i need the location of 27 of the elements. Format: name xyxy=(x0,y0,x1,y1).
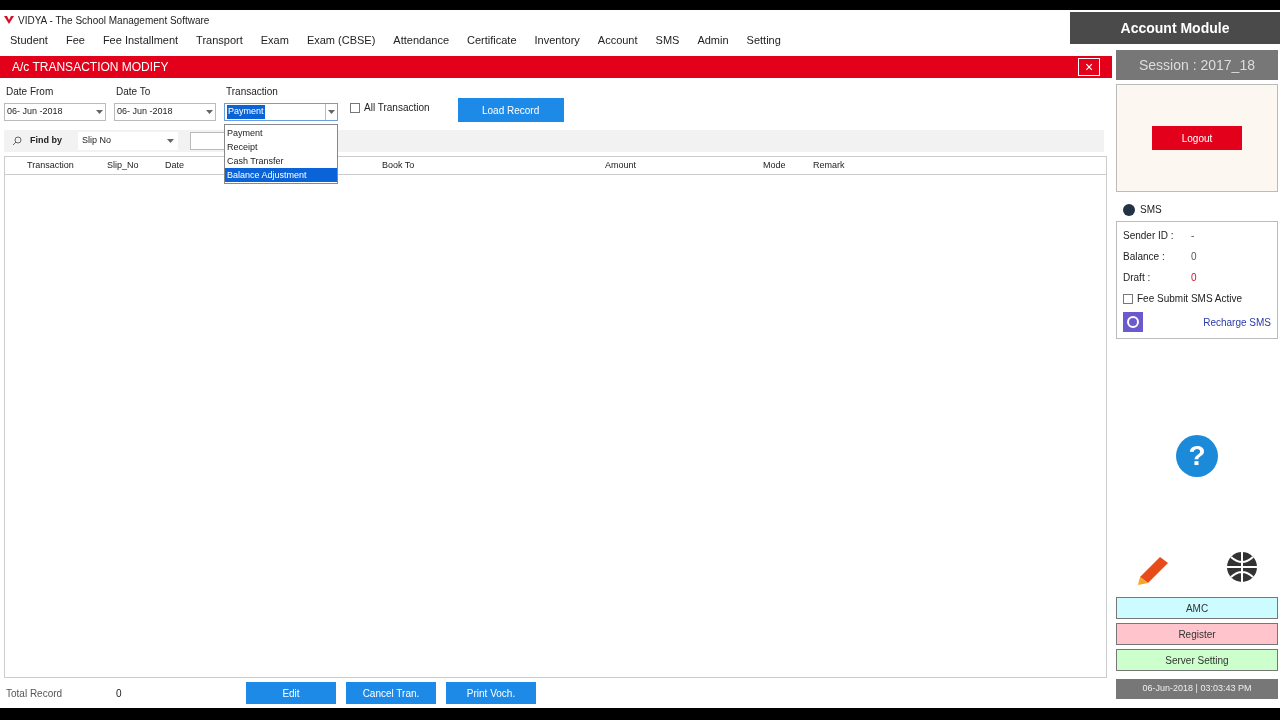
sms-field-label: Draft : xyxy=(1123,271,1152,285)
checkbox-label: All Transaction xyxy=(364,101,430,115)
total-record-value: 0 xyxy=(116,686,123,701)
sms-field-label: Sender ID : xyxy=(1123,229,1175,243)
find-by-label: Find by xyxy=(30,134,62,148)
column-header: Remark xyxy=(813,159,845,172)
field-label: Transaction xyxy=(225,85,279,99)
column-header: Slip_No xyxy=(107,159,139,172)
column-header: Date xyxy=(165,159,184,172)
column-header: Transaction xyxy=(27,159,74,172)
sms-title: SMS xyxy=(1140,203,1162,217)
sms-field-value: 0 xyxy=(1191,250,1197,264)
form-title: A/c TRANSACTION MODIFY xyxy=(12,59,169,76)
column-header: Mode xyxy=(763,159,786,172)
module-title: Account Module xyxy=(1070,12,1280,44)
datetime-label: 06-Jun-2018 | 03:03:43 PM xyxy=(1116,679,1278,699)
column-header: Book To xyxy=(382,159,415,172)
checkbox-label: Fee Submit SMS Active xyxy=(1137,292,1243,306)
column-header: Amount xyxy=(605,159,637,172)
field-label: Date To xyxy=(115,85,152,99)
window-title: VIDYA - The School Management Software xyxy=(18,13,210,28)
total-record-label: Total Record xyxy=(6,686,64,701)
sms-field-label: Balance : xyxy=(1123,250,1166,264)
sms-field-value: - xyxy=(1191,229,1195,243)
session-label: Session : 2017_18 xyxy=(1116,50,1278,80)
field-label: Date From xyxy=(5,85,55,99)
sms-field-value: 0 xyxy=(1191,271,1197,285)
